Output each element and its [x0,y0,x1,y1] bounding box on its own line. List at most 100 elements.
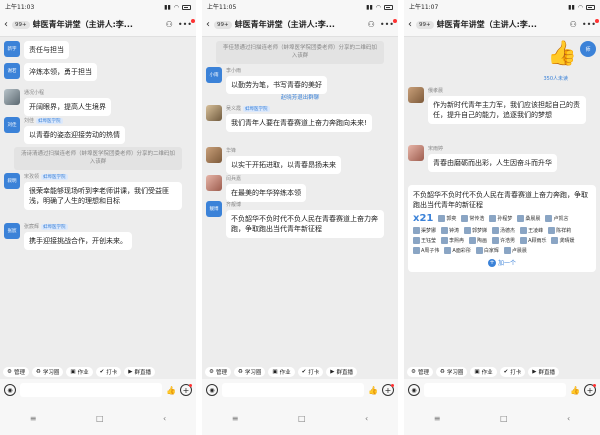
participant: 陈祥莉 [548,227,571,235]
message-bubble[interactable]: 很荣幸能够现场听到李老师讲课，我们受益匪浅，明确了人生的理想和目标 [24,182,182,211]
toolbar-item[interactable]: ✔ 打卡 [95,367,122,377]
toolbar-item[interactable]: ♻ 学习圈 [435,367,468,377]
message-bubble[interactable]: 携手迎接挑战合作，开创未来。 [24,232,132,251]
toolbar-item[interactable]: ✔ 打卡 [297,367,324,377]
toolbar-item[interactable]: ▣ 作业 [66,367,93,377]
avatar[interactable]: 刘佳 [4,117,20,133]
toolbar-item-icon: ▶ [532,369,537,375]
avatar[interactable] [206,175,222,191]
toolbar-item[interactable]: ▣ 作业 [268,367,295,377]
voice-icon[interactable]: ◉ [4,384,16,396]
home-icon[interactable]: □ [298,414,306,423]
message-bubble[interactable]: 我们青年人要在青春赛道上奋力奔跑向未来! [226,114,372,133]
message-input[interactable] [222,383,365,397]
message-list[interactable]: 👍 师 350人未读俄孝晨 作为新时代青年主力军，我们应该担起自己的责任，提升自己的能… [404,37,600,355]
menu-icon[interactable]: ≡ [30,414,37,423]
message-body: 俄孝晨 作为新时代青年主力军，我们应该担起自己的责任，提升自己的能力，追逐我们的梦… [428,87,586,125]
plus-icon[interactable]: + [584,384,596,396]
message-bubble[interactable]: 以实干开拓进取，以青春昂扬未来 [226,156,341,175]
avatar[interactable]: 小雨 [206,67,222,83]
avatar[interactable] [206,147,222,163]
toolbar-item[interactable]: ⚙ 管理 [3,367,29,377]
back-icon[interactable]: ‹ [567,414,570,423]
participant-avatar-icon [545,215,553,223]
back-icon[interactable]: ‹ [163,414,166,423]
avatar[interactable]: 新宇 [4,41,20,57]
screenshot-panels: 上午11:03 ▮▮ ◠ ‹ 99+ 蚌医青年讲堂（主讲人:李... ⚇ ••• 新宇 责任与担当… [0,0,600,435]
chat-title: 蚌医青年讲堂（主讲人:李... [32,20,133,29]
thumbs-up-icon[interactable]: 👍 [368,386,378,395]
relay-card[interactable]: 不负韶华不负时代不负人民在青春赛道上奋力奔跑，争取跑出当代青年的新征程 x21 郭奕… [408,185,596,273]
message-bubble[interactable]: 责任与担当 [24,41,69,60]
home-icon[interactable]: □ [96,414,104,423]
avatar[interactable] [408,145,424,161]
avatar[interactable] [4,89,20,105]
chevron-left-icon[interactable]: ‹ [408,19,416,30]
thumbs-up-icon[interactable]: 👍 [570,386,580,395]
header-actions: ⚇ ••• [570,19,600,29]
group-icon[interactable]: ⚇ [570,20,577,29]
chat-title: 蚌医青年讲堂（主讲人:李... [234,20,335,29]
avatar[interactable]: 谢若 [4,63,20,79]
plus-icon[interactable]: + [180,384,192,396]
chevron-left-icon[interactable]: ‹ [4,19,12,30]
group-icon[interactable]: ⚇ [368,20,375,29]
menu-icon[interactable]: ≡ [232,414,239,423]
toolbar-item[interactable]: ♻ 学习圈 [31,367,64,377]
participant-avatar-icon [548,227,556,235]
message-body: 吴义霞 蚌埠医学院 我们青年人要在青春赛道上奋力奔跑向未来! [226,105,372,133]
participant: A周子伟 [413,247,439,255]
message-list[interactable]: 新宇 责任与担当 谢若 淬炼本领，勇于担当 通况小程 开阔眼界，提高人生境界 刘佳 刘佳 蚌埠医… [0,37,196,355]
toolbar-item[interactable]: ▶ 群直播 [528,367,559,377]
thumbs-up-sticker-icon[interactable]: 👍 [547,41,577,65]
plus-icon[interactable]: + [382,384,394,396]
more-dots-icon[interactable]: ••• [178,19,196,29]
participant-avatar-icon [520,237,528,245]
unread-count-badge[interactable]: 99+ [12,20,30,29]
message-input[interactable] [20,383,163,397]
more-dots-icon[interactable]: ••• [582,19,600,29]
voice-icon[interactable]: ◉ [206,384,218,396]
message-input[interactable] [424,383,567,397]
menu-icon[interactable]: ≡ [434,414,441,423]
participant: 王凌峰 [520,227,543,235]
message-bubble[interactable]: 开阔眼界，提高人生境界 [24,98,111,117]
message-bubble[interactable]: 作为新时代青年主力军，我们应该担起自己的责任，提升自己的能力，追逐我们的梦想 [428,96,586,125]
message-bubble[interactable]: 以青春的姿态迎接劳动的热情 [24,126,125,145]
avatar[interactable] [206,105,222,121]
message-bubble[interactable]: 淬炼本领，勇于担当 [24,63,97,82]
message-list[interactable]: 李佳慧通过扫描连老师（蚌埠医学院团委老师）分享的二维码加入该群 小雨 李小雨 以勤劳为… [202,37,398,355]
message-row: 新宇 责任与担当 [4,41,69,60]
chevron-left-icon[interactable]: ‹ [206,19,214,30]
message-body: 宋孜领 蚌埠医学院 很荣幸能够现场听到李老师讲课，我们受益匪浅，明确了人生的理想和目… [24,173,182,211]
toolbar-item[interactable]: ♻ 学习圈 [233,367,266,377]
avatar[interactable]: 张宸 [4,223,20,239]
thumbs-up-icon[interactable]: 👍 [166,386,176,395]
chat-panel: 上午11:05 ▮▮ ◠ ‹ 99+ 蚌医青年讲堂（主讲人:李... ⚇ ••• 李佳慧通过扫描… [202,0,398,435]
message-bubble[interactable]: 青春由磨砺而出彩，人生因奋斗而升华 [428,154,557,173]
unread-count-badge[interactable]: 99+ [214,20,232,29]
back-icon[interactable]: ‹ [365,414,368,423]
join-relay-button[interactable]: + 加一个 [413,258,591,267]
group-icon[interactable]: ⚇ [166,20,173,29]
avatar[interactable] [408,87,424,103]
participant: 卢晨晨 [503,247,527,255]
unread-readers-link[interactable]: 350人未读 [543,75,568,82]
unread-count-badge[interactable]: 99+ [416,20,434,29]
toolbar-item[interactable]: ▶ 群直播 [326,367,357,377]
toolbar-item[interactable]: ▶ 群直播 [124,367,155,377]
avatar[interactable]: 靓博 [206,201,222,217]
self-avatar[interactable]: 师 [580,41,596,57]
home-icon[interactable]: □ [500,414,508,423]
message-bubble[interactable]: 不负韶华不负时代不负人民在青春赛道上奋力奔跑，争取跑出当代青年新征程 [226,210,384,239]
toolbar-item[interactable]: ⚙ 管理 [407,367,433,377]
avatar[interactable]: 叙明 [4,173,20,189]
toolbar-item[interactable]: ⚙ 管理 [205,367,231,377]
status-icons: ▮▮ ◠ [164,2,191,13]
toolbar-item[interactable]: ✔ 打卡 [499,367,526,377]
participant-name: 卢凯言 [553,216,569,223]
voice-icon[interactable]: ◉ [408,384,420,396]
toolbar-item[interactable]: ▣ 作业 [470,367,497,377]
message-bubble[interactable]: 在最美的年华猝练本领 [226,184,306,203]
more-dots-icon[interactable]: ••• [380,19,398,29]
